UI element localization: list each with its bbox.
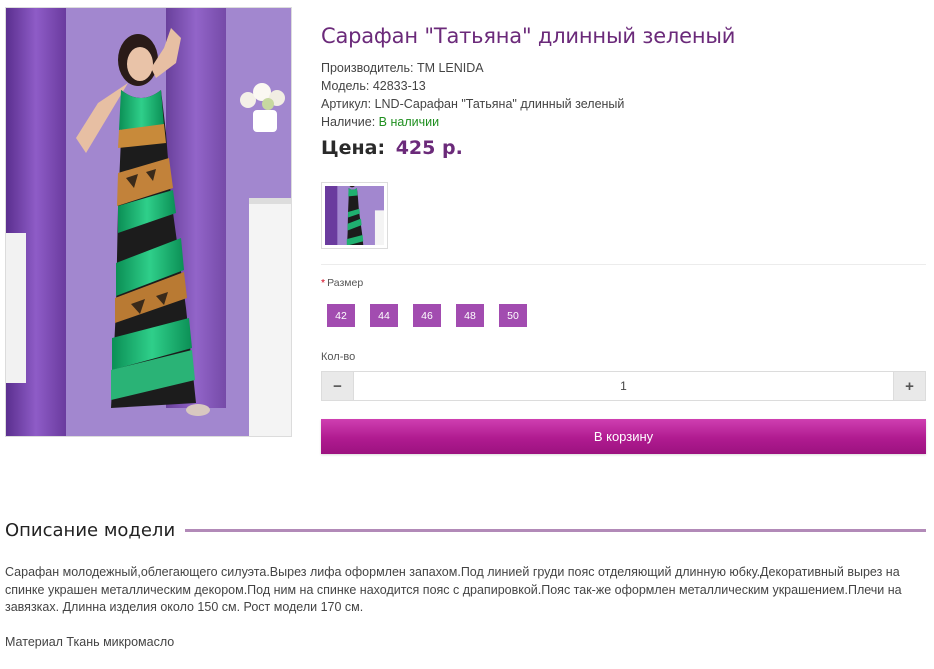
quantity-decrease-button[interactable]: − [322,372,354,400]
sku-row: Артикул: LND-Сарафан "Татьяна" длинный з… [321,95,624,113]
manufacturer-row: Производитель: TM LENIDA [321,59,624,77]
size-option-label: * Размер [321,277,363,289]
manufacturer-label: Производитель: [321,61,414,75]
model-value: 42833-13 [372,79,426,93]
minus-icon: − [333,377,342,395]
price-label: Цена: [321,137,386,159]
model-label: Модель: [321,79,370,93]
add-to-cart-button[interactable]: В корзину [321,419,926,454]
sku-value: LND-Сарафан "Татьяна" длинный зеленый [374,97,625,111]
material-paragraph: Материал Ткань микромасло [5,634,175,649]
size-option-50[interactable]: 50 [499,304,527,327]
plus-icon: + [905,377,914,395]
quantity-label: Кол-во [321,351,356,363]
size-option-48[interactable]: 48 [456,304,484,327]
price-value: 425 р. [395,137,463,159]
availability-label: Наличие: [321,115,376,129]
size-option-46[interactable]: 46 [413,304,441,327]
description-paragraph: Сарафан молодежный,облегающего силуэта.В… [5,565,902,614]
product-thumbnail[interactable] [321,182,388,249]
product-photo-illustration [6,8,291,436]
size-label-text: Размер [327,277,364,289]
required-mark: * [321,277,326,289]
model-row: Модель: 42833-13 [321,77,624,95]
size-option-44[interactable]: 44 [370,304,398,327]
heading-rule [185,528,926,532]
quantity-input[interactable] [354,372,893,400]
product-info: Производитель: TM LENIDA Модель: 42833-1… [321,59,624,131]
description-title: Описание модели [5,519,176,541]
thumbnail-image [325,186,384,245]
description-header: Описание модели [5,518,926,542]
availability-row: Наличие: В наличии [321,113,624,131]
quantity-increase-button[interactable]: + [893,372,925,400]
size-option-42[interactable]: 42 [327,304,355,327]
product-title: Сарафан "Татьяна" длинный зеленый [321,24,736,48]
section-divider [321,264,926,265]
product-main-image[interactable] [5,7,292,437]
sku-label: Артикул: [321,97,372,111]
availability-status: В наличии [378,115,440,129]
size-options: 42 44 46 48 50 [327,304,527,327]
price-block: Цена: 425 р. [321,137,463,159]
manufacturer-value: TM LENIDA [416,61,484,75]
quantity-stepper: − + [321,371,926,401]
description-body: Сарафан молодежный,облегающего силуэта.В… [5,564,930,651]
